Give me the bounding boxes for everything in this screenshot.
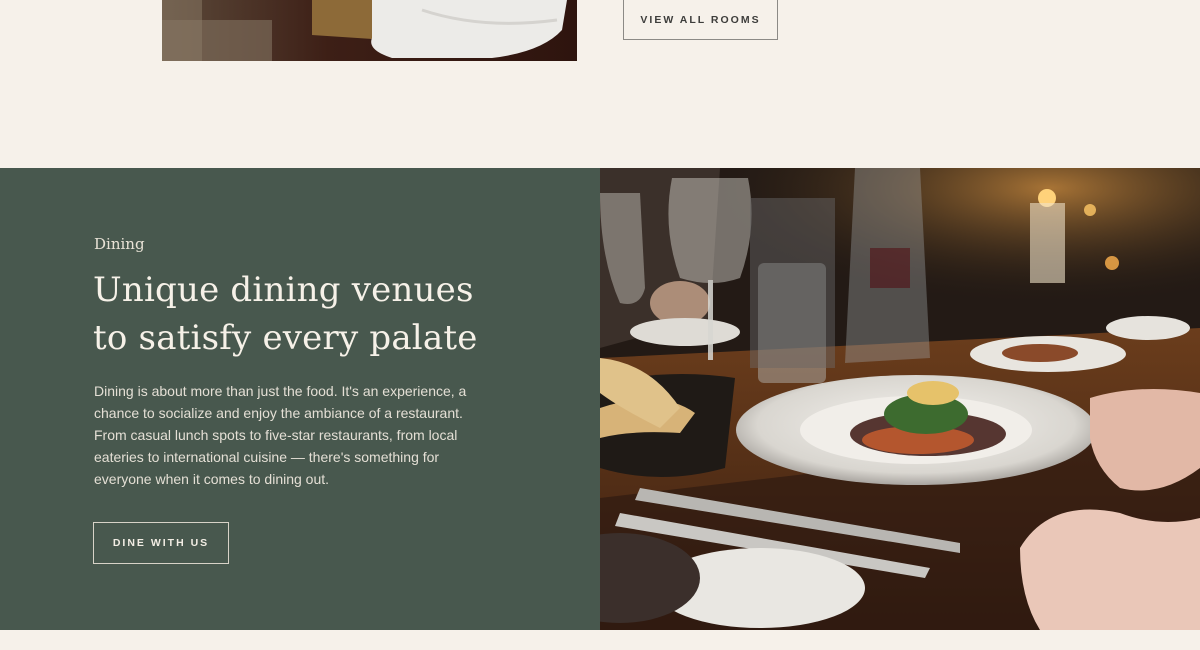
dine-with-us-button[interactable]: DINE WITH US xyxy=(93,522,229,564)
rooms-photo xyxy=(162,0,577,61)
dining-photo xyxy=(600,168,1200,630)
dining-section: Dining Unique dining venues to satisfy e… xyxy=(0,168,1200,630)
dining-panel: Dining Unique dining venues to satisfy e… xyxy=(0,168,600,630)
section-eyebrow: Dining xyxy=(94,235,145,253)
heading-line-2: to satisfy every palate xyxy=(93,318,478,358)
section-heading: Unique dining venues to satisfy every pa… xyxy=(93,266,513,362)
view-all-rooms-button[interactable]: VIEW ALL ROOMS xyxy=(623,0,778,40)
section-description: Dining is about more than just the food.… xyxy=(94,383,467,487)
heading-line-1: Unique dining venues xyxy=(93,270,474,310)
